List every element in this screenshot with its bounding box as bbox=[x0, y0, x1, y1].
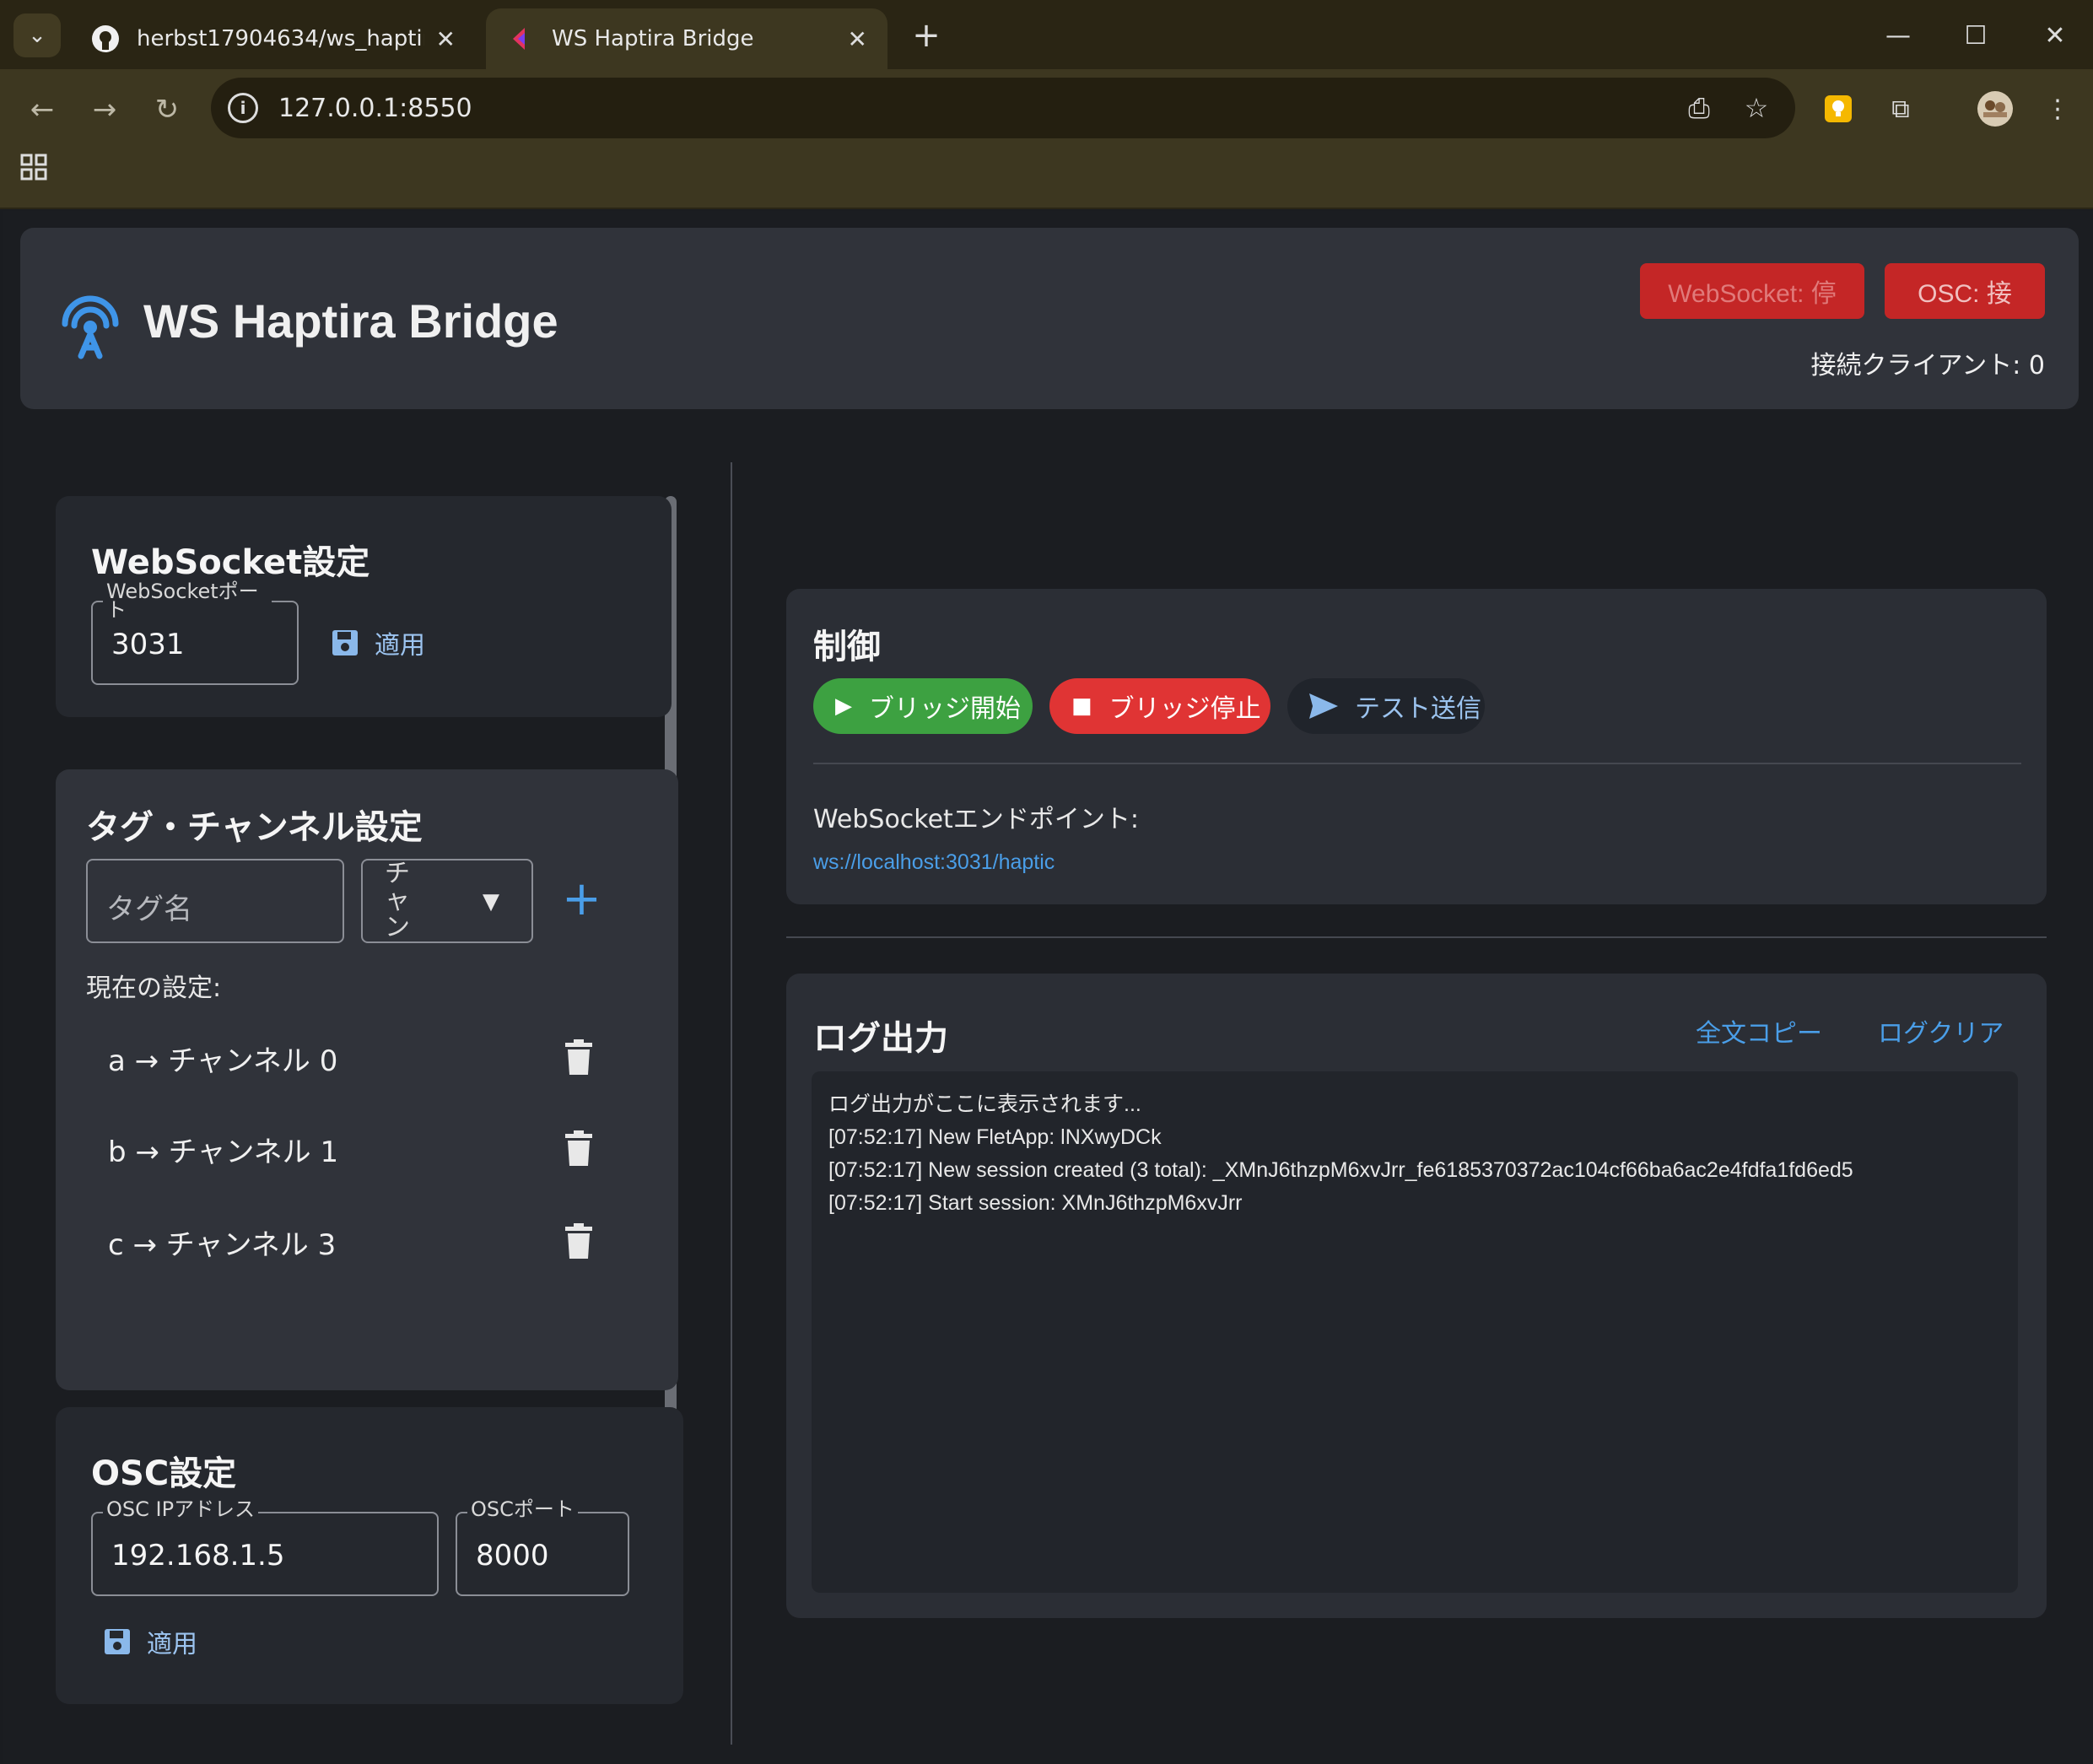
stop-icon: ■ bbox=[1071, 693, 1092, 719]
close-icon[interactable]: ✕ bbox=[436, 25, 456, 53]
field-value[interactable]: 192.168.1.5 bbox=[111, 1539, 284, 1572]
client-count: 接続クライアント: 0 bbox=[1810, 351, 2045, 380]
apps-grid-icon[interactable] bbox=[20, 154, 57, 191]
chevron-down-icon: ⌄ bbox=[28, 23, 46, 48]
forward-icon[interactable]: → bbox=[83, 88, 127, 132]
delete-icon[interactable] bbox=[562, 1130, 596, 1168]
start-bridge-button[interactable]: ▶ ブリッジ開始 bbox=[813, 678, 1033, 734]
log-line: [07:52:17] New FletApp: lNXwyDCk bbox=[828, 1125, 1162, 1149]
close-icon[interactable]: ✕ bbox=[848, 25, 867, 53]
tag-mapping-item: c → チャンネル 3 bbox=[108, 1228, 337, 1262]
maximize-icon[interactable]: ☐ bbox=[1950, 15, 2001, 56]
save-icon bbox=[105, 1629, 130, 1654]
test-send-button[interactable]: テスト送信 bbox=[1287, 678, 1485, 734]
control-card: 制御 ▶ ブリッジ開始 ■ ブリッジ停止 テスト送信 WebSocketエンドポ… bbox=[786, 589, 2047, 904]
new-tab-icon[interactable]: + bbox=[906, 15, 947, 56]
close-window-icon[interactable]: ✕ bbox=[2030, 15, 2080, 56]
address-url[interactable]: 127.0.0.1:8550 bbox=[278, 94, 472, 123]
card-title: タグ・チャンネル設定 bbox=[86, 808, 423, 847]
menu-kebab-icon[interactable]: ⋮ bbox=[2038, 89, 2077, 128]
button-label: ブリッジ停止 bbox=[1109, 694, 1261, 724]
tab-title: WS Haptira Bridge bbox=[552, 26, 754, 51]
clear-log-button[interactable]: ログクリア bbox=[1878, 1012, 2004, 1049]
field-value[interactable]: 8000 bbox=[476, 1539, 549, 1572]
save-icon bbox=[332, 630, 358, 655]
osc-ip-field[interactable]: OSC IPアドレス 192.168.1.5 bbox=[91, 1498, 439, 1596]
card-title: ログ出力 bbox=[813, 1019, 948, 1058]
address-bar[interactable]: i 127.0.0.1:8550 ⎙ ☆ bbox=[211, 78, 1795, 138]
osc-port-field[interactable]: OSCポート 8000 bbox=[456, 1498, 629, 1596]
tab-strip: ⌄ herbst17904634/ws_haptira_bri ✕ WS Hap… bbox=[0, 0, 2093, 69]
column-divider bbox=[731, 462, 732, 1745]
websocket-apply-button[interactable]: 適用 bbox=[331, 624, 425, 661]
app-root: WS Haptira Bridge WebSocket: 停 OSC: 接 接続… bbox=[3, 211, 2093, 1764]
delete-icon[interactable] bbox=[562, 1223, 596, 1260]
github-icon bbox=[91, 24, 120, 53]
card-title: 制御 bbox=[813, 628, 881, 666]
log-line: [07:52:17] New session created (3 total)… bbox=[828, 1158, 1853, 1182]
button-label: 適用 bbox=[375, 631, 425, 661]
control-button-row: ▶ ブリッジ開始 ■ ブリッジ停止 テスト送信 bbox=[813, 678, 1657, 734]
app-header: WS Haptira Bridge WebSocket: 停 OSC: 接 接続… bbox=[20, 228, 2079, 409]
send-icon bbox=[1309, 693, 1338, 719]
stop-bridge-button[interactable]: ■ ブリッジ停止 bbox=[1049, 678, 1270, 734]
osc-status-button[interactable]: OSC: 接 bbox=[1885, 263, 2045, 319]
log-output[interactable]: ログ出力がここに表示されます... [07:52:17] New FletApp… bbox=[812, 1071, 2018, 1593]
browser-chrome: ⌄ herbst17904634/ws_haptira_bri ✕ WS Hap… bbox=[0, 0, 2093, 209]
button-label: ブリッジ開始 bbox=[869, 694, 1021, 724]
current-settings-label: 現在の設定: bbox=[86, 974, 222, 1003]
section-divider bbox=[786, 936, 2047, 938]
minimize-icon[interactable]: — bbox=[1873, 15, 1923, 56]
back-icon[interactable]: ← bbox=[20, 88, 64, 132]
play-icon: ▶ bbox=[835, 693, 852, 719]
log-line: [07:52:17] Start session: XMnJ6thzpM6xvJ… bbox=[828, 1191, 1243, 1215]
install-app-icon[interactable]: ⎙ bbox=[1679, 88, 1719, 128]
tag-mapping-item: a → チャンネル 0 bbox=[108, 1044, 338, 1078]
osc-apply-button[interactable]: 適用 bbox=[103, 1623, 197, 1660]
log-line: ログ出力がここに表示されます... bbox=[828, 1092, 1141, 1116]
tab-search-button[interactable]: ⌄ bbox=[13, 13, 61, 57]
extensions-puzzle-icon[interactable]: ⧉ bbox=[1881, 89, 1920, 128]
tag-name-input[interactable]: タグ名 bbox=[86, 859, 344, 943]
tab-ws-haptira[interactable]: WS Haptira Bridge ✕ bbox=[486, 8, 887, 69]
delete-icon[interactable] bbox=[562, 1039, 596, 1076]
select-placeholder: チャン bbox=[385, 859, 410, 942]
app-title: WS Haptira Bridge bbox=[143, 294, 558, 348]
websocket-status-button[interactable]: WebSocket: 停 bbox=[1640, 263, 1864, 319]
dropdown-arrow-icon: ▼ bbox=[483, 889, 499, 914]
extension-keep-icon[interactable] bbox=[1819, 89, 1858, 128]
field-label: WebSocketポート bbox=[103, 581, 272, 620]
browser-toolbar: ← → ↻ i 127.0.0.1:8550 ⎙ ☆ ⧉ ⋮ bbox=[0, 78, 2093, 142]
field-label: OSCポート bbox=[467, 1498, 578, 1520]
tab-github[interactable]: herbst17904634/ws_haptira_bri ✕ bbox=[71, 8, 476, 69]
bookmark-star-icon[interactable]: ☆ bbox=[1736, 88, 1777, 128]
endpoint-url[interactable]: ws://localhost:3031/haptic bbox=[813, 850, 1055, 875]
field-label: OSC IPアドレス bbox=[103, 1498, 259, 1520]
copy-all-button[interactable]: 全文コピー bbox=[1696, 1012, 1822, 1049]
card-title: WebSocket設定 bbox=[91, 543, 370, 582]
reload-icon[interactable]: ↻ bbox=[145, 88, 189, 132]
endpoint-label: WebSocketエンドポイント: bbox=[813, 805, 1139, 834]
websocket-port-field[interactable]: WebSocketポート 3031 bbox=[91, 581, 299, 685]
button-label: テスト送信 bbox=[1355, 694, 1481, 724]
tag-mapping-item: b → チャンネル 1 bbox=[108, 1136, 339, 1169]
antenna-icon bbox=[62, 295, 119, 359]
flet-icon bbox=[506, 24, 535, 53]
channel-select[interactable]: チャン ▼ bbox=[361, 859, 533, 943]
input-placeholder: タグ名 bbox=[106, 893, 192, 926]
osc-settings-card: OSC設定 OSC IPアドレス 192.168.1.5 OSCポート 8000… bbox=[56, 1407, 683, 1704]
card-title: OSC設定 bbox=[91, 1454, 237, 1493]
avatar[interactable] bbox=[1976, 89, 2015, 128]
websocket-settings-card: WebSocket設定 WebSocketポート 3031 適用 bbox=[56, 496, 672, 717]
field-value[interactable]: 3031 bbox=[111, 628, 185, 661]
tab-title: herbst17904634/ws_haptira_bri bbox=[137, 26, 424, 51]
add-tag-button[interactable]: + bbox=[562, 876, 601, 923]
button-label: 適用 bbox=[147, 1630, 197, 1659]
divider bbox=[813, 763, 2021, 764]
tag-channel-card: タグ・チャンネル設定 タグ名 チャン ▼ + 現在の設定: a → チャンネル … bbox=[56, 769, 678, 1390]
log-card: ログ出力 全文コピー ログクリア ログ出力がここに表示されます... [07:5… bbox=[786, 974, 2047, 1618]
info-icon[interactable]: i bbox=[228, 93, 258, 123]
